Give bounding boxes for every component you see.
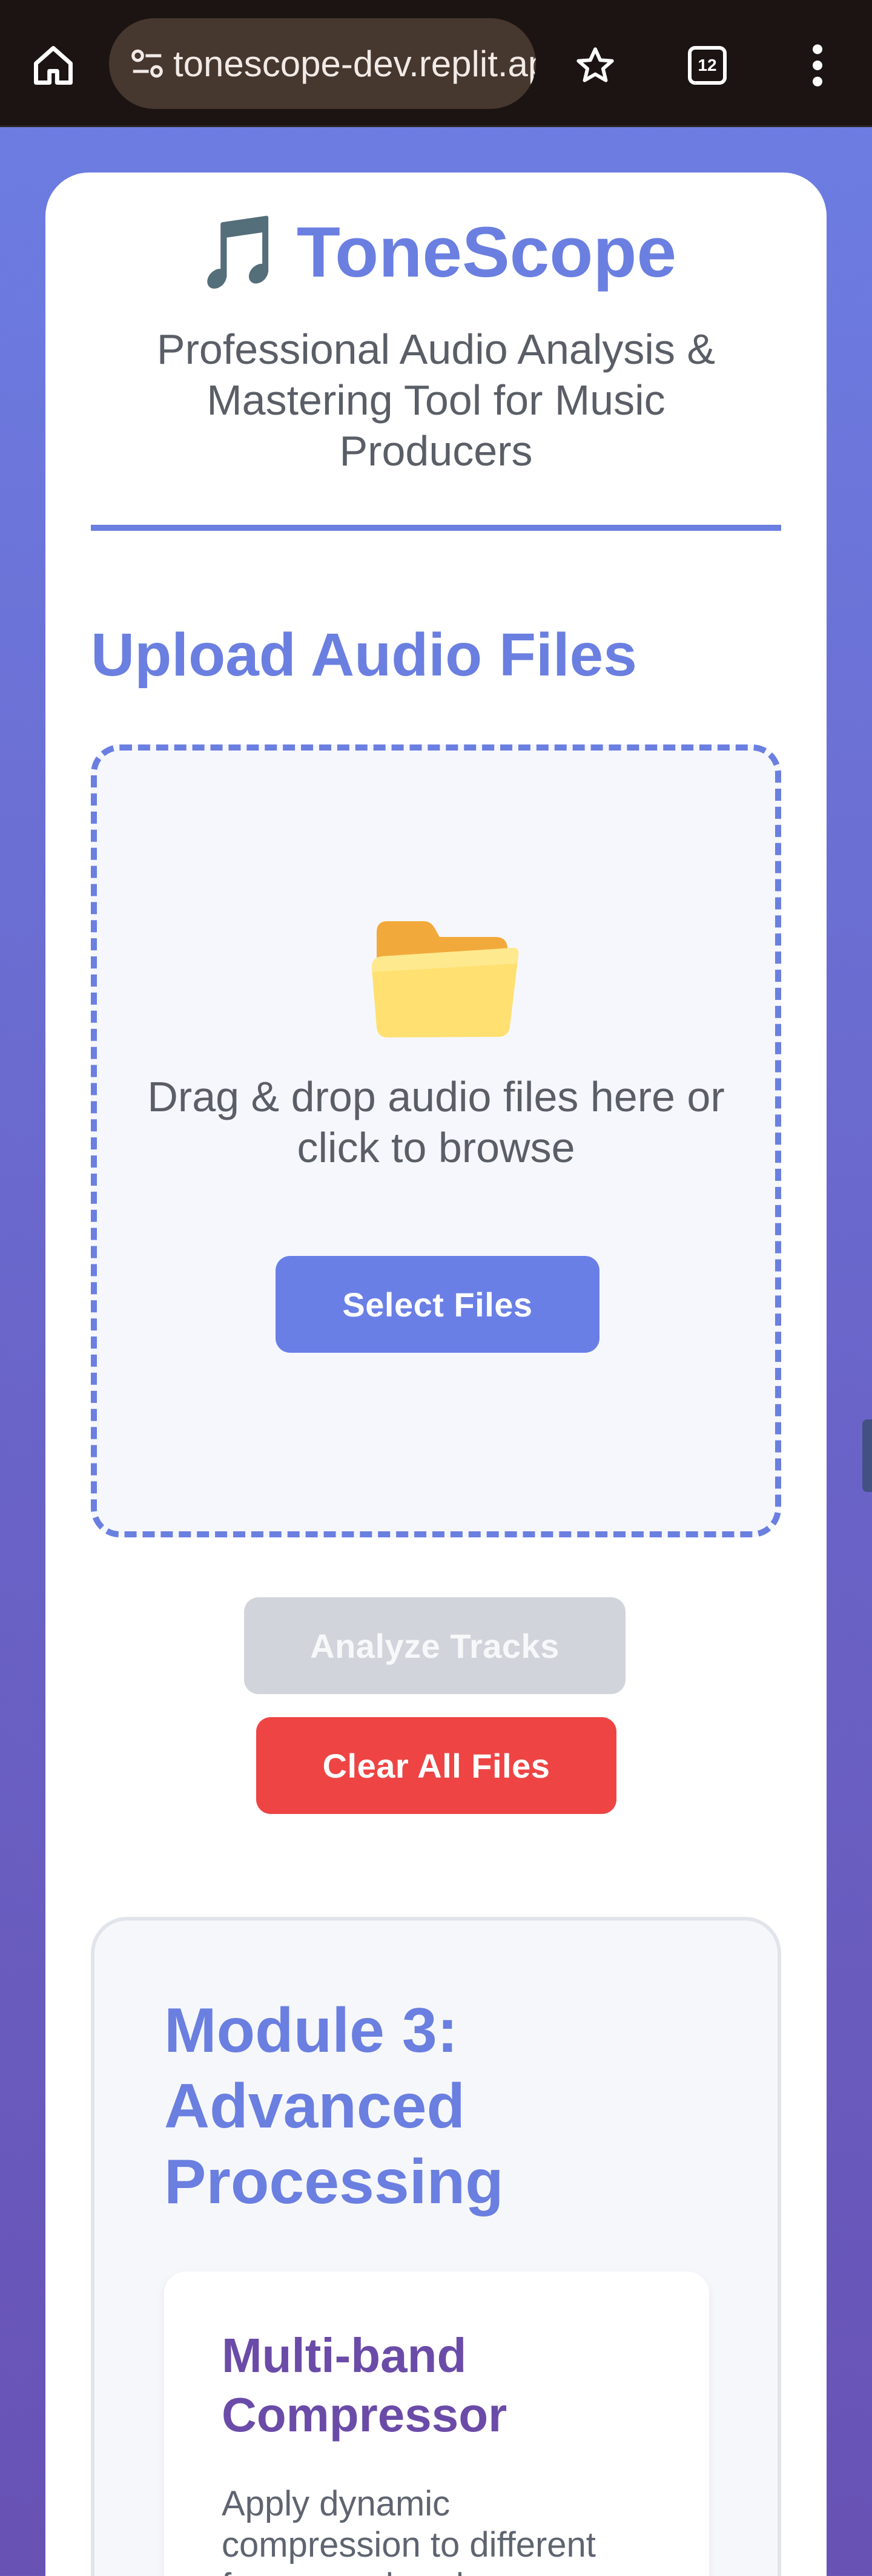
tool-title: Multi-band Compressor [222, 2328, 507, 2442]
analyze-tracks-button[interactable]: Analyze Tracks [244, 1597, 626, 1694]
star-icon [576, 47, 614, 82]
home-icon [34, 46, 73, 85]
module-title: Module 3: Advanced Processing [164, 1996, 504, 2217]
music-note-icon: 🎵 [195, 212, 285, 292]
tool-description: Apply dynamic compression to different f… [222, 2484, 596, 2576]
address-bar[interactable]: tonescope-dev.replit.app [109, 18, 536, 109]
tool-card[interactable]: Multi-band Compressor Apply dynamic comp… [164, 2272, 709, 2576]
folder-icon [371, 921, 519, 1037]
tune-icon[interactable] [126, 42, 168, 85]
home-button[interactable] [24, 36, 82, 94]
app-container: 🎵 ToneScope Professional Audio Analysis &… [45, 172, 827, 2576]
tab-switcher-icon: 12 [688, 46, 727, 85]
browser-toolbar: tonescope-dev.replit.app 12 [0, 0, 872, 127]
select-files-button[interactable]: Select Files [276, 1256, 600, 1353]
upload-section-title: Upload Audio Files [91, 621, 637, 689]
header-divider [91, 525, 781, 531]
menu-button[interactable] [793, 36, 842, 94]
tab-switcher-button[interactable]: 12 [678, 36, 736, 94]
app-subtitle: Professional Audio Analysis & Mastering … [156, 326, 716, 475]
more-vert-icon [813, 44, 822, 87]
dropzone-instructions: Drag & drop audio files here or click to… [147, 1073, 725, 1171]
app-title-text: ToneScope [296, 212, 677, 292]
url-text: tonescope-dev.replit.app [173, 43, 536, 84]
app-title: 🎵 ToneScope [45, 212, 827, 292]
bookmark-button[interactable] [566, 36, 624, 94]
module-section: Module 3: Advanced Processing Multi-band… [91, 1917, 781, 2576]
file-dropzone[interactable]: Drag & drop audio files here or click to… [91, 744, 781, 1537]
clear-all-files-button[interactable]: Clear All Files [256, 1717, 616, 1814]
scrollbar-thumb[interactable] [862, 1419, 872, 1492]
